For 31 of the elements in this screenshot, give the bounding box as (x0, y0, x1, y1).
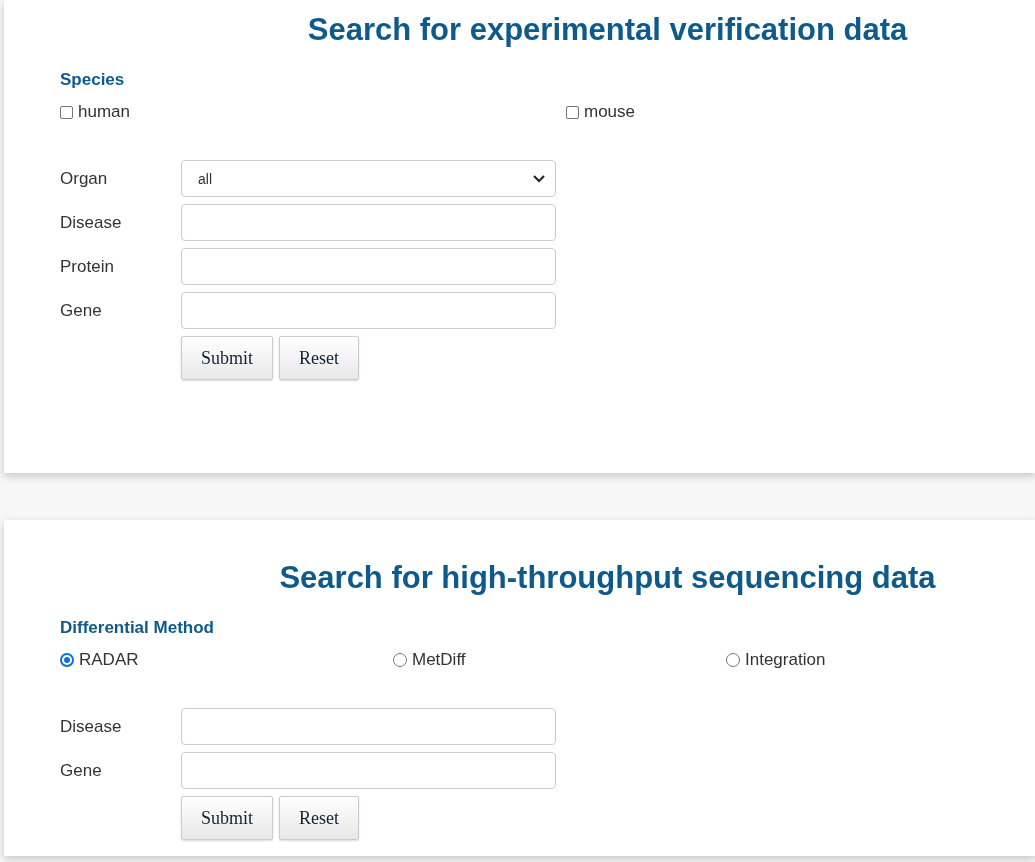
option-label: Integration (745, 650, 826, 670)
form-button[interactable]: Submit (181, 796, 273, 840)
field-label: Gene (60, 300, 103, 321)
radio-button[interactable] (726, 653, 740, 667)
input-field[interactable] (181, 292, 556, 329)
input-field[interactable] (181, 204, 556, 241)
organ-dropdown[interactable]: all (181, 160, 556, 197)
panel-title: Search for experimental verification data (306, 11, 909, 49)
field-label: Disease (60, 716, 123, 737)
option-label: RADAR (79, 650, 139, 670)
form-button[interactable]: Submit (181, 336, 273, 380)
field-label: Disease (60, 212, 123, 233)
input-field[interactable] (181, 708, 556, 745)
group-label: Species (60, 70, 125, 90)
option-label: human (78, 102, 130, 122)
group-label: Differential Method (60, 618, 214, 638)
field-label: Protein (60, 256, 115, 277)
field-label: Gene (60, 760, 103, 781)
panel-title: Search for high-throughput sequencing data (278, 559, 937, 597)
input-field[interactable] (181, 752, 556, 789)
radio-button[interactable] (393, 653, 407, 667)
chevron-down-icon (533, 174, 545, 183)
field-label: Organ (60, 168, 109, 189)
radio-button[interactable] (60, 653, 74, 667)
checkbox[interactable] (566, 105, 579, 119)
option-label: MetDiff (412, 650, 466, 670)
input-field[interactable] (181, 248, 556, 285)
form-button[interactable]: Reset (279, 796, 359, 840)
checkbox[interactable] (60, 105, 73, 119)
option-label: mouse (584, 102, 636, 122)
form-button[interactable]: Reset (279, 336, 359, 380)
